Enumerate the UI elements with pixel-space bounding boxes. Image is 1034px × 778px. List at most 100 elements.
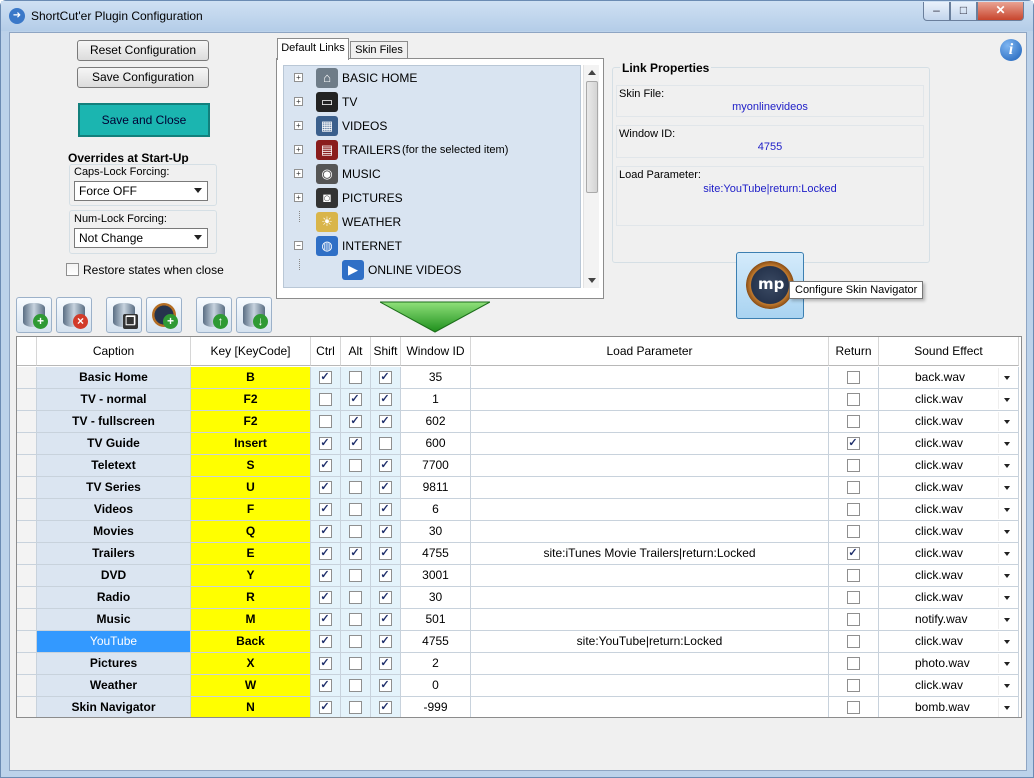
key-cell[interactable]: Back (191, 631, 311, 653)
ret-checkbox[interactable] (846, 525, 860, 538)
return-cell[interactable] (829, 565, 879, 587)
alt-cell[interactable]: ✓ (341, 543, 371, 565)
shift-checkbox[interactable]: ✓ (378, 525, 392, 538)
ctrl-checkbox[interactable]: ✓ (318, 459, 332, 472)
return-cell[interactable] (829, 367, 879, 389)
caption-cell[interactable]: Weather (37, 675, 191, 697)
alt-checkbox[interactable] (348, 569, 362, 582)
chevron-down-icon[interactable] (998, 566, 1016, 585)
alt-cell[interactable] (341, 631, 371, 653)
alt-cell[interactable] (341, 697, 371, 717)
alt-checkbox[interactable] (348, 591, 362, 604)
alt-cell[interactable] (341, 565, 371, 587)
shift-checkbox[interactable]: ✓ (378, 701, 392, 714)
sound-effect-cell[interactable]: bomb.wav (879, 697, 1019, 717)
scroll-up-icon[interactable] (588, 70, 596, 75)
sound-effect-cell[interactable]: click.wav (879, 411, 1019, 433)
ctrl-checkbox[interactable]: ✓ (318, 437, 332, 450)
sound-effect-cell[interactable]: click.wav (879, 477, 1019, 499)
alt-checkbox[interactable]: ✓ (348, 547, 362, 560)
sound-effect-cell[interactable]: click.wav (879, 675, 1019, 697)
shift-checkbox[interactable]: ✓ (378, 679, 392, 692)
key-cell[interactable]: F2 (191, 389, 311, 411)
load-parameter-cell[interactable] (471, 411, 829, 433)
return-cell[interactable]: ✓ (829, 433, 879, 455)
copy-database-button[interactable]: ❐ (106, 297, 142, 333)
key-cell[interactable]: Y (191, 565, 311, 587)
return-cell[interactable] (829, 521, 879, 543)
caption-cell[interactable]: Movies (37, 521, 191, 543)
column-header[interactable]: Alt (341, 337, 371, 366)
alt-cell[interactable] (341, 653, 371, 675)
shift-checkbox[interactable]: ✓ (378, 635, 392, 648)
return-cell[interactable] (829, 631, 879, 653)
key-cell[interactable]: S (191, 455, 311, 477)
scroll-down-icon[interactable] (588, 278, 596, 283)
chevron-down-icon[interactable] (998, 588, 1016, 607)
ctrl-checkbox[interactable]: ✓ (318, 547, 332, 560)
ctrl-checkbox[interactable]: ✓ (318, 481, 332, 494)
ctrl-cell[interactable]: ✓ (311, 367, 341, 389)
sound-effect-cell[interactable]: click.wav (879, 543, 1019, 565)
ctrl-checkbox[interactable]: ✓ (318, 591, 332, 604)
title-bar[interactable]: ➜ ShortCut'er Plugin Configuration – □ ✕ (1, 1, 1033, 31)
shift-cell[interactable]: ✓ (371, 521, 401, 543)
alt-checkbox[interactable] (348, 481, 362, 494)
chevron-down-icon[interactable] (998, 698, 1016, 717)
tree-node[interactable]: ☀ WEATHER (284, 211, 574, 233)
tab-default-links[interactable]: Default Links (277, 38, 349, 60)
window-id-cell[interactable]: 30 (401, 587, 471, 609)
load-parameter-cell[interactable] (471, 653, 829, 675)
sound-effect-cell[interactable]: click.wav (879, 433, 1019, 455)
ret-checkbox[interactable] (846, 679, 860, 692)
ctrl-cell[interactable]: ✓ (311, 653, 341, 675)
window-id-cell[interactable]: 3001 (401, 565, 471, 587)
ctrl-checkbox[interactable] (318, 415, 332, 428)
scrollbar-thumb[interactable] (586, 81, 598, 193)
alt-cell[interactable] (341, 499, 371, 521)
add-skin-navigator-button[interactable]: + (146, 297, 182, 333)
window-id-cell[interactable]: 4755 (401, 631, 471, 653)
shift-cell[interactable] (371, 433, 401, 455)
chevron-down-icon[interactable] (998, 500, 1016, 519)
reset-configuration-button[interactable]: Reset Configuration (77, 40, 209, 61)
expand-icon[interactable]: + (294, 73, 303, 82)
chevron-down-icon[interactable] (998, 654, 1016, 673)
ret-checkbox[interactable] (846, 481, 860, 494)
shift-cell[interactable]: ✓ (371, 543, 401, 565)
tree-node[interactable]: + ▤ TRAILERS (for the selected item) (284, 139, 574, 161)
ctrl-checkbox[interactable]: ✓ (318, 679, 332, 692)
ret-checkbox[interactable] (846, 657, 860, 670)
shift-cell[interactable]: ✓ (371, 697, 401, 717)
chevron-down-icon[interactable] (998, 522, 1016, 541)
ret-checkbox[interactable] (846, 635, 860, 648)
shift-checkbox[interactable]: ✓ (378, 547, 392, 560)
caption-cell[interactable]: Videos (37, 499, 191, 521)
alt-checkbox[interactable]: ✓ (348, 415, 362, 428)
collapse-icon[interactable]: − (294, 241, 303, 250)
tab-skin-files[interactable]: Skin Files (350, 41, 408, 59)
window-id-cell[interactable]: 35 (401, 367, 471, 389)
shift-checkbox[interactable]: ✓ (378, 613, 392, 626)
expand-icon[interactable]: + (294, 169, 303, 178)
return-cell[interactable] (829, 609, 879, 631)
save-and-close-button[interactable]: Save and Close (78, 103, 210, 137)
add-database-button[interactable]: + (16, 297, 52, 333)
chevron-down-icon[interactable] (998, 368, 1016, 387)
key-cell[interactable]: W (191, 675, 311, 697)
ctrl-cell[interactable]: ✓ (311, 609, 341, 631)
alt-cell[interactable] (341, 455, 371, 477)
column-header[interactable]: Sound Effect (879, 337, 1019, 366)
key-cell[interactable]: F (191, 499, 311, 521)
ret-checkbox[interactable] (846, 393, 860, 406)
window-id-cell[interactable]: 600 (401, 433, 471, 455)
ctrl-checkbox[interactable]: ✓ (318, 525, 332, 538)
return-cell[interactable] (829, 697, 879, 717)
shift-cell[interactable]: ✓ (371, 675, 401, 697)
key-cell[interactable]: N (191, 697, 311, 717)
alt-cell[interactable] (341, 675, 371, 697)
delete-database-button[interactable]: × (56, 297, 92, 333)
caption-cell[interactable]: Radio (37, 587, 191, 609)
alt-checkbox[interactable]: ✓ (348, 393, 362, 406)
key-cell[interactable]: Insert (191, 433, 311, 455)
